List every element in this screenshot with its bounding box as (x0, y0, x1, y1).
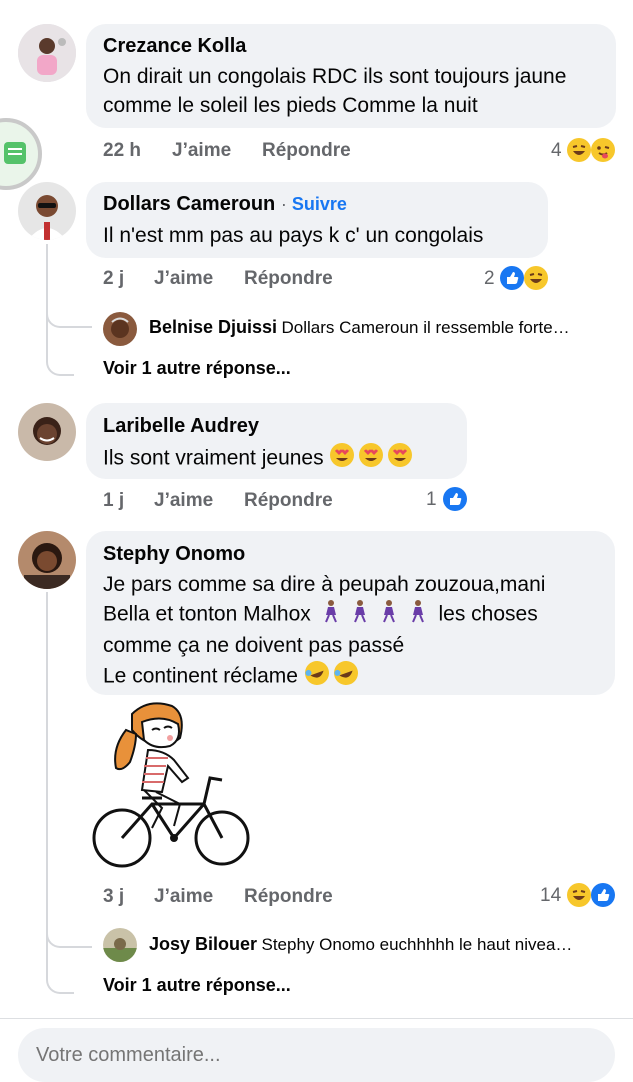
reaction-count[interactable]: 4 (551, 140, 562, 162)
reply-preview[interactable]: Josy Bilouer Stephy Onomo euchhhhh le ha… (149, 934, 572, 955)
comment-author[interactable]: Dollars Cameroun · Suivre (103, 193, 347, 216)
comment-text-span: Le continent réclame (103, 664, 298, 688)
comment-text: Je pars comme sa dire à peupah zouzoua,m… (103, 570, 608, 694)
comment-time[interactable]: 22 h (103, 140, 141, 162)
view-more-replies[interactable]: Voir 1 autre réponse... (103, 358, 291, 379)
comment-time[interactable]: 3 j (103, 886, 124, 908)
comment-author[interactable]: Stephy Onomo (103, 543, 245, 566)
laugh-emoji-icon (524, 266, 548, 290)
reaction-count[interactable]: 14 (540, 885, 561, 907)
reply-text: Stephy Onomo euchhhhh le haut nivea… (261, 935, 573, 954)
dancing-person-emoji-icon (317, 599, 433, 631)
comment-text-line: Bella et tonton Malhox les choses (103, 599, 608, 631)
reaction-count[interactable]: 2 (484, 268, 495, 290)
comment-text: On dirait un congolais RDC ils sont touj… (103, 65, 567, 117)
like-button[interactable]: J’aime (154, 886, 213, 908)
comment-text-span: les choses (438, 602, 538, 626)
reply-button[interactable]: Répondre (244, 886, 333, 908)
laugh-emoji-icon (567, 138, 591, 162)
reaction-count[interactable]: 1 (426, 489, 437, 511)
avatar[interactable] (18, 531, 76, 589)
comment-text-line: Je pars comme sa dire à peupah zouzoua,m… (103, 573, 546, 596)
reply-author[interactable]: Belnise Djuissi (149, 317, 277, 337)
reply-preview[interactable]: Belnise Djuissi Dollars Cameroun il ress… (149, 317, 570, 338)
thread-connector (46, 934, 74, 994)
comment-text-line: Ils sont vraiment jeunes (103, 446, 324, 470)
message-icon (4, 142, 26, 164)
comment-text: Ils sont vraiment jeunes (103, 442, 463, 476)
heart-eyes-emoji-icon (329, 442, 413, 476)
reply-author[interactable]: Josy Bilouer (149, 934, 257, 954)
like-emoji-icon (591, 883, 615, 907)
reply-text: Dollars Cameroun il ressemble forte… (281, 318, 570, 337)
comment-input[interactable] (18, 1028, 615, 1082)
comment-text-line: comme ça ne doivent pas passé (103, 634, 405, 657)
separator-dot: · (280, 194, 292, 214)
chat-head-bubble[interactable] (0, 118, 42, 190)
author-name[interactable]: Dollars Cameroun (103, 193, 275, 215)
rofl-emoji-icon (304, 660, 360, 694)
thread-line (46, 592, 48, 932)
follow-button[interactable]: Suivre (292, 194, 347, 214)
comment-text: Il n'est mm pas au pays k c' un congolai… (103, 224, 484, 247)
like-button[interactable]: J’aime (172, 140, 231, 162)
avatar[interactable] (18, 182, 76, 240)
yum-emoji-icon (591, 138, 615, 162)
comment-text-span: Bella et tonton Malhox (103, 602, 311, 626)
comment-author[interactable]: Laribelle Audrey (103, 415, 259, 438)
composer-divider (0, 1018, 633, 1019)
bicycle-girl-sticker[interactable] (92, 700, 254, 876)
thread-connector (46, 314, 74, 376)
avatar[interactable] (103, 928, 137, 962)
laugh-emoji-icon (567, 883, 591, 907)
view-more-replies[interactable]: Voir 1 autre réponse... (103, 975, 291, 996)
like-emoji-icon (500, 266, 524, 290)
avatar[interactable] (18, 403, 76, 461)
comment-author[interactable]: Crezance Kolla (103, 35, 246, 58)
like-emoji-icon (443, 487, 467, 511)
comment-text-line: Le continent réclame (103, 660, 608, 694)
like-button[interactable]: J’aime (154, 490, 213, 512)
like-button[interactable]: J’aime (154, 268, 213, 290)
reply-button[interactable]: Répondre (244, 490, 333, 512)
avatar[interactable] (103, 312, 137, 346)
avatar[interactable] (18, 24, 76, 82)
reply-button[interactable]: Répondre (244, 268, 333, 290)
reply-button[interactable]: Répondre (262, 140, 351, 162)
comment-time[interactable]: 1 j (103, 490, 124, 512)
comment-time[interactable]: 2 j (103, 268, 124, 290)
